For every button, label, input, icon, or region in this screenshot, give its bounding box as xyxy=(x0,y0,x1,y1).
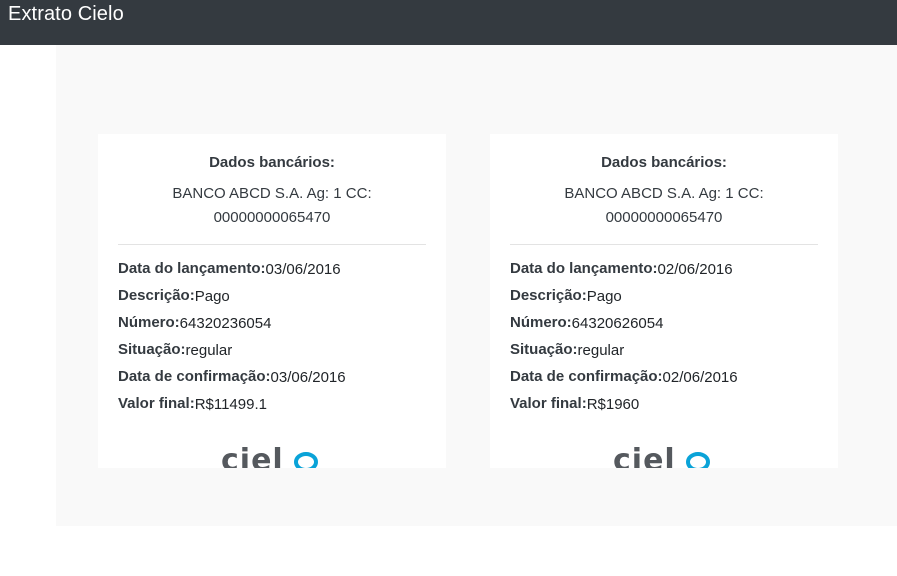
value-situacao: regular xyxy=(185,342,233,359)
row-valor-final: Valor final:R$11499.1 xyxy=(118,395,426,422)
divider xyxy=(510,244,818,245)
label-descricao: Descrição: xyxy=(118,287,195,304)
cielo-logo-graphic: ciel xyxy=(221,443,318,468)
row-valor-final: Valor final:R$1960 xyxy=(510,395,818,422)
cielo-logo-text: ciel xyxy=(613,443,676,468)
value-descricao: Pago xyxy=(194,288,230,305)
bank-info: BANCO ABCD S.A. Ag: 1 CC: 00000000065470 xyxy=(118,182,426,230)
value-data-lancamento: 03/06/2016 xyxy=(265,261,341,278)
app-title[interactable]: Extrato Cielo xyxy=(8,3,124,26)
row-descricao: Descrição:Pago xyxy=(118,287,426,314)
label-data-confirmacao: Data de confirmação: xyxy=(118,368,271,385)
label-data-confirmacao: Data de confirmação: xyxy=(510,368,663,385)
cielo-logo-mark xyxy=(686,452,710,468)
label-numero: Número: xyxy=(118,314,180,331)
statement-card: Dados bancários: BANCO ABCD S.A. Ag: 1 C… xyxy=(98,134,446,468)
value-valor-final: R$1960 xyxy=(586,396,640,413)
value-numero: 64320626054 xyxy=(571,315,664,332)
value-situacao: regular xyxy=(577,342,625,359)
label-valor-final: Valor final: xyxy=(118,395,195,412)
row-situacao: Situação:regular xyxy=(118,341,426,368)
transaction-details: Data do lançamento:02/06/2016 Descrição:… xyxy=(510,260,818,422)
row-descricao: Descrição:Pago xyxy=(510,287,818,314)
label-numero: Número: xyxy=(510,314,572,331)
bank-account-number: 00000000065470 xyxy=(213,209,331,226)
bank-data-title: Dados bancários: xyxy=(209,154,335,171)
value-valor-final: R$11499.1 xyxy=(194,396,267,413)
bank-account-number: 00000000065470 xyxy=(605,209,723,226)
row-data-lancamento: Data do lançamento:02/06/2016 xyxy=(510,260,818,287)
cielo-logo-mark xyxy=(294,452,318,468)
label-data-lancamento: Data do lançamento: xyxy=(118,260,266,277)
transaction-details: Data do lançamento:03/06/2016 Descrição:… xyxy=(118,260,426,422)
value-data-confirmacao: 03/06/2016 xyxy=(270,369,346,386)
label-data-lancamento: Data do lançamento: xyxy=(510,260,658,277)
bank-info-line: BANCO ABCD S.A. Ag: 1 CC: xyxy=(172,185,372,202)
bank-info: BANCO ABCD S.A. Ag: 1 CC: 00000000065470 xyxy=(510,182,818,230)
row-data-confirmacao: Data de confirmação:03/06/2016 xyxy=(118,368,426,395)
value-descricao: Pago xyxy=(586,288,622,305)
statement-card: Dados bancários: BANCO ABCD S.A. Ag: 1 C… xyxy=(490,134,838,468)
value-data-confirmacao: 02/06/2016 xyxy=(662,369,738,386)
row-numero: Número:64320626054 xyxy=(510,314,818,341)
label-descricao: Descrição: xyxy=(510,287,587,304)
statement-panel: Dados bancários: BANCO ABCD S.A. Ag: 1 C… xyxy=(56,45,897,526)
label-valor-final: Valor final: xyxy=(510,395,587,412)
value-numero: 64320236054 xyxy=(179,315,272,332)
bank-info-line: BANCO ABCD S.A. Ag: 1 CC: xyxy=(564,185,764,202)
bank-data-title: Dados bancários: xyxy=(601,154,727,171)
row-numero: Número:64320236054 xyxy=(118,314,426,341)
cielo-logo-text: ciel xyxy=(221,443,284,468)
row-data-confirmacao: Data de confirmação:02/06/2016 xyxy=(510,368,818,395)
cielo-logo: ciel xyxy=(490,442,838,468)
label-situacao: Situação: xyxy=(118,341,186,358)
divider xyxy=(118,244,426,245)
label-situacao: Situação: xyxy=(510,341,578,358)
value-data-lancamento: 02/06/2016 xyxy=(657,261,733,278)
row-situacao: Situação:regular xyxy=(510,341,818,368)
navbar: Extrato Cielo xyxy=(0,0,897,45)
cielo-logo-graphic: ciel xyxy=(613,443,710,468)
row-data-lancamento: Data do lançamento:03/06/2016 xyxy=(118,260,426,287)
cielo-logo: ciel xyxy=(98,442,446,468)
